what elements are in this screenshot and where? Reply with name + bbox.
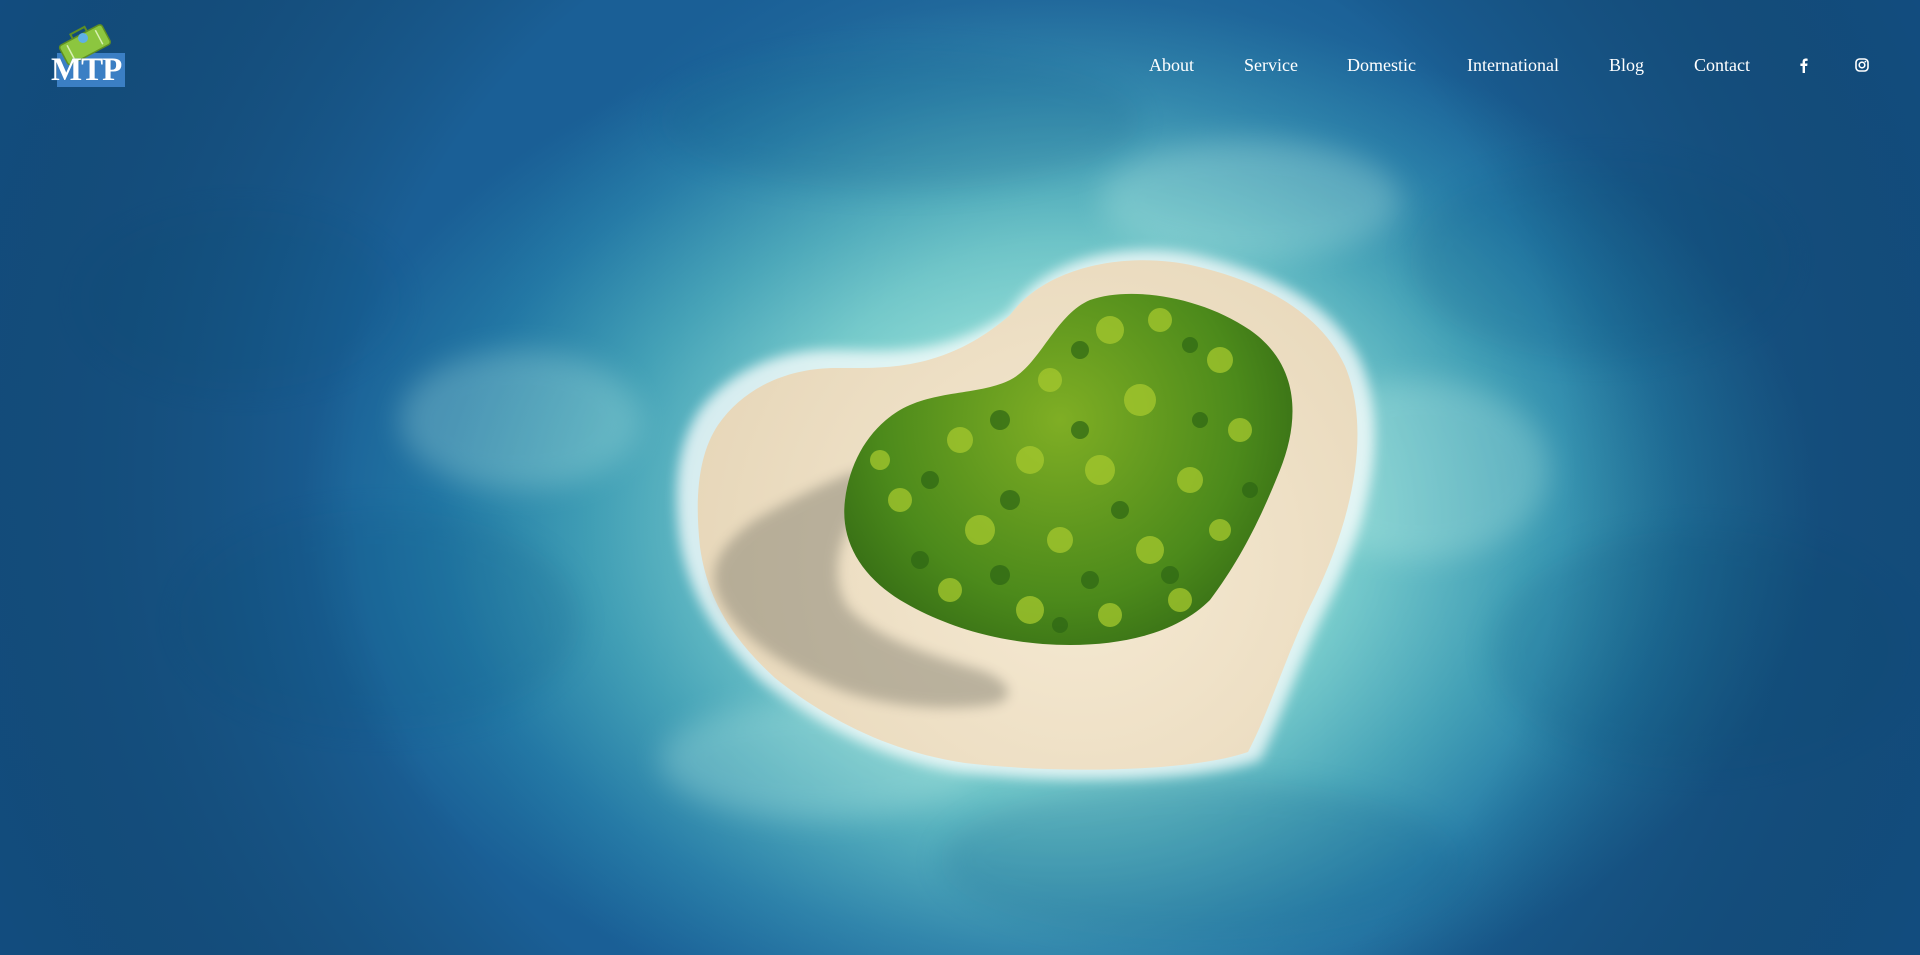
logo-text: MTP [51,52,122,88]
site-header: MTP About Service Domestic International… [0,0,1920,110]
nav-domestic[interactable]: Domestic [1347,52,1416,78]
instagram-icon[interactable] [1854,57,1870,73]
hero-background [0,0,1920,955]
nav-international[interactable]: International [1467,52,1559,78]
nav-about[interactable]: About [1149,52,1194,78]
nav-contact[interactable]: Contact [1694,52,1750,78]
facebook-icon[interactable] [1796,57,1812,73]
nav-service[interactable]: Service [1244,52,1298,78]
site-logo[interactable]: MTP [50,18,130,92]
heart-island-image [0,0,1920,955]
nav-blog[interactable]: Blog [1609,52,1644,78]
